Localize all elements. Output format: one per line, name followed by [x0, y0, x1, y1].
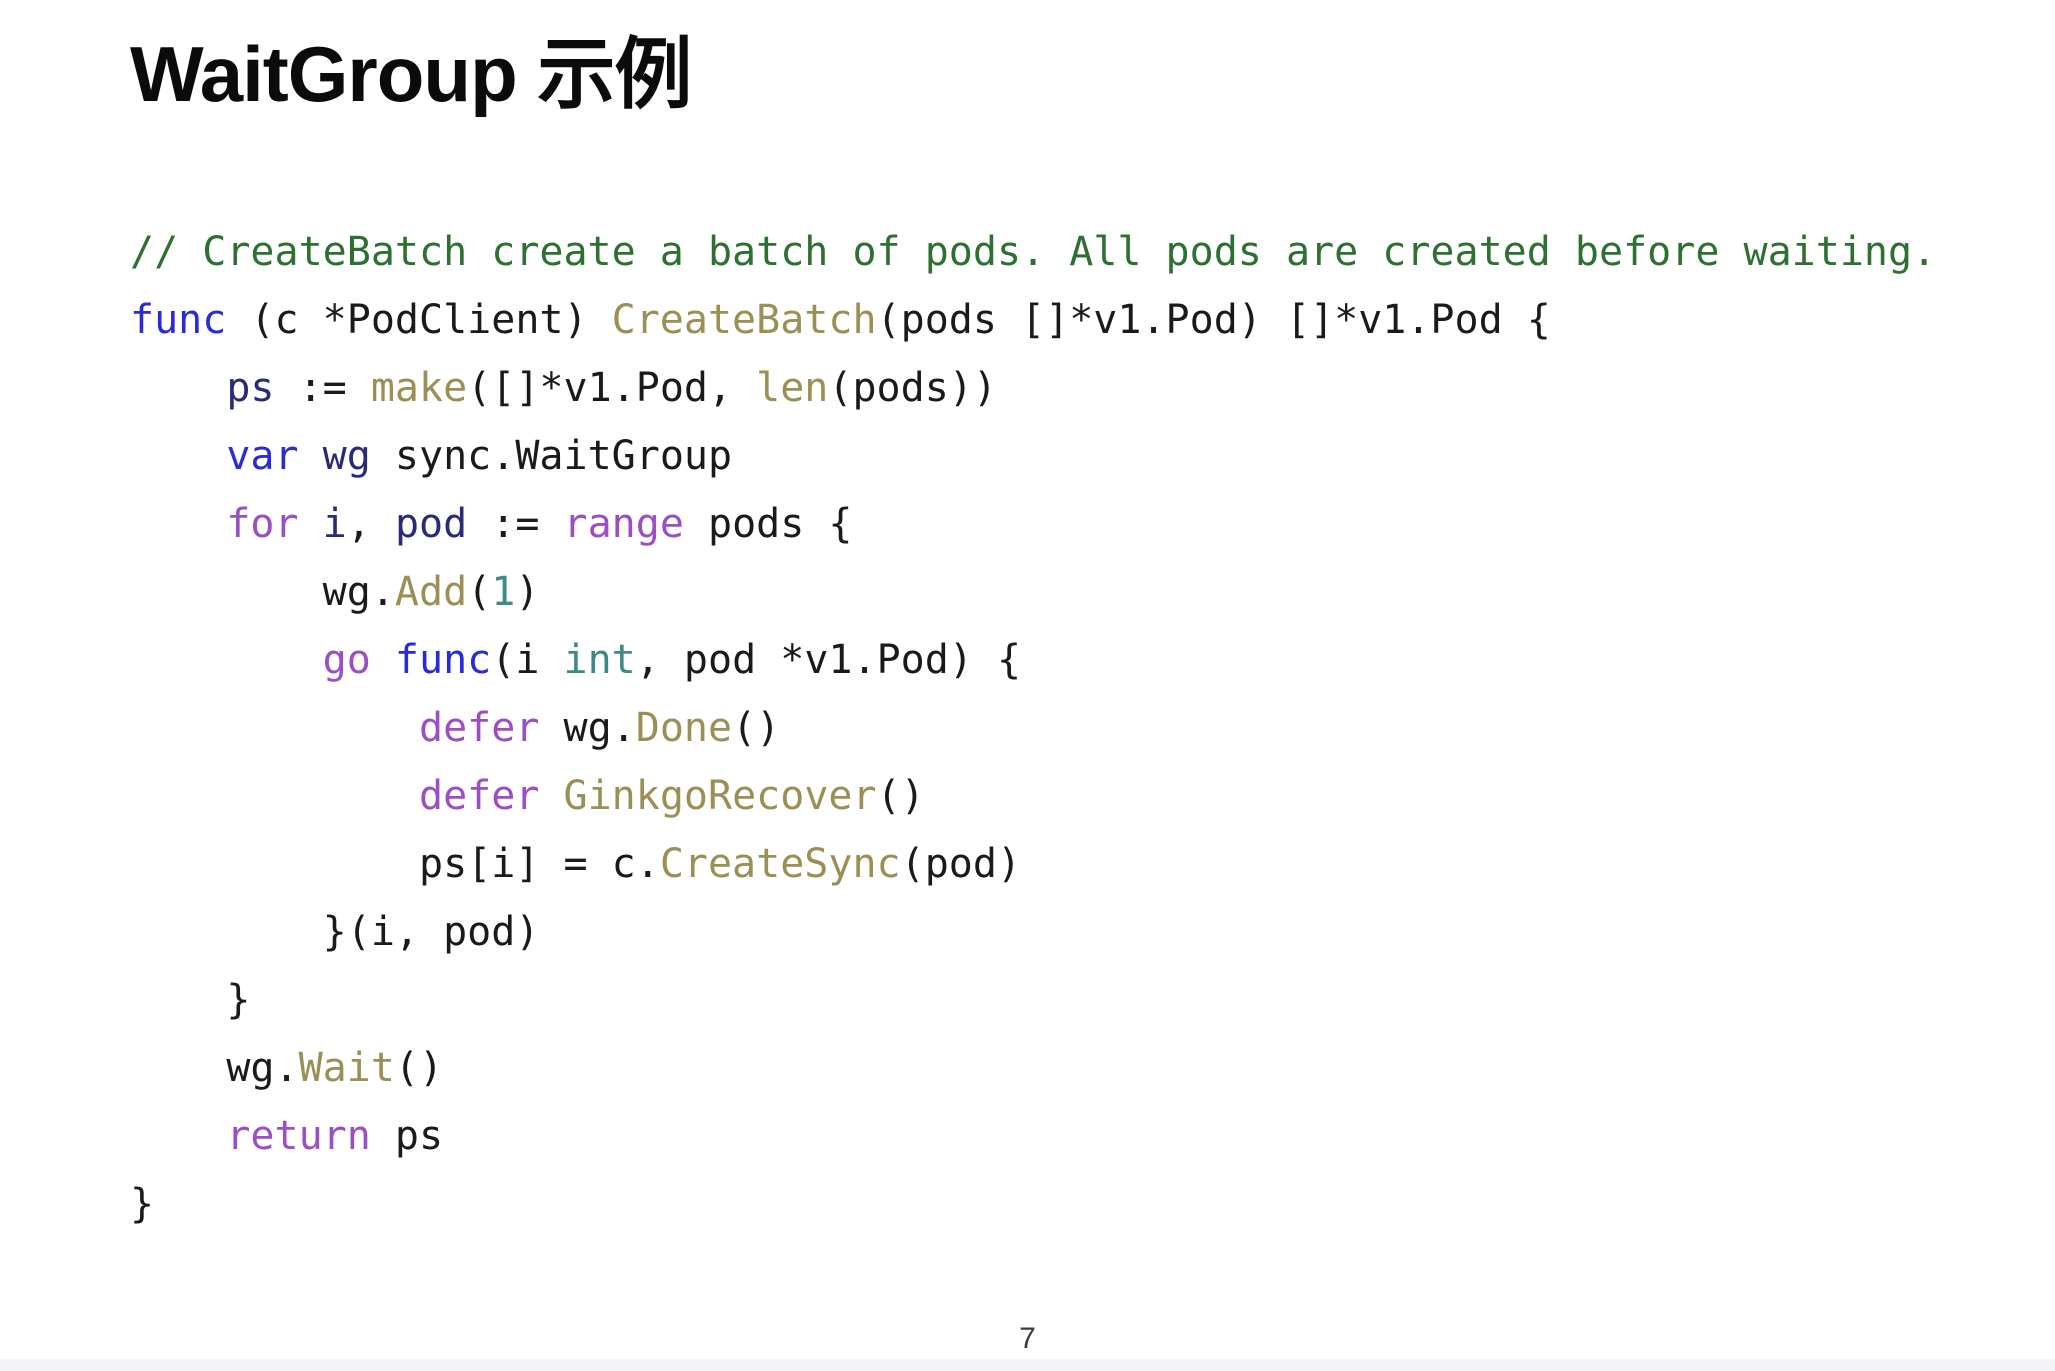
code-token: wg. — [539, 705, 636, 751]
code-token: ps — [226, 365, 275, 411]
code-token: make — [370, 365, 468, 411]
code-token: := — [467, 501, 564, 547]
code-block: // CreateBatch create a batch of pods. A… — [130, 218, 2015, 1238]
code-token: ( — [467, 569, 492, 615]
code-token: defer — [418, 705, 540, 751]
code-token: sync.WaitGroup — [370, 433, 733, 479]
code-line: }(i, pod) — [130, 898, 2015, 966]
code-token: ps — [370, 1113, 444, 1159]
code-token: int — [563, 637, 636, 683]
code-token: return — [226, 1113, 371, 1159]
code-token: Done — [635, 705, 733, 751]
code-token: range — [563, 501, 684, 547]
code-token: go — [322, 637, 371, 683]
code-token: ps[i] = c. — [130, 841, 660, 887]
code-token: , — [346, 501, 395, 547]
code-token: var — [226, 433, 299, 479]
code-token: len — [756, 365, 829, 411]
page-number: 7 — [1019, 1322, 1036, 1355]
code-token: (pods)) — [828, 365, 997, 411]
code-token: i — [322, 501, 347, 547]
code-line: for i, pod := range pods { — [130, 490, 2015, 558]
code-token: () — [394, 1045, 444, 1091]
code-token: // CreateBatch create a batch of pods. A… — [130, 229, 1937, 275]
code-token: (c — [226, 297, 323, 343]
code-token: (pods []*v1.Pod) []*v1.Pod { — [876, 297, 1551, 343]
code-token: (pod) — [900, 841, 1022, 887]
code-token: := — [274, 365, 371, 411]
code-token: Add — [394, 569, 468, 615]
code-token: wg — [322, 433, 371, 479]
slide-canvas: WaitGroup 示例 // CreateBatch create a bat… — [0, 0, 2055, 1371]
code-token: ) — [515, 569, 540, 615]
code-token: func — [130, 297, 227, 343]
code-token: ([]*v1.Pod, — [467, 365, 757, 411]
code-token: for — [226, 501, 299, 547]
code-token: pod — [394, 501, 468, 547]
code-line: ps[i] = c.CreateSync(pod) — [130, 830, 2015, 898]
code-line: wg.Add(1) — [130, 558, 2015, 626]
code-token: wg. — [130, 1045, 299, 1091]
code-token: Wait — [298, 1045, 395, 1091]
code-token: () — [732, 705, 781, 751]
code-line: defer GinkgoRecover() — [130, 762, 2015, 830]
code-token: () — [876, 773, 925, 819]
code-token: defer — [418, 773, 540, 819]
code-line: // CreateBatch create a batch of pods. A… — [130, 218, 2015, 286]
page-title: WaitGroup 示例 — [130, 30, 692, 118]
code-line: defer wg.Done() — [130, 694, 2015, 762]
code-token: GinkgoRecover — [563, 773, 877, 819]
code-token: CreateSync — [659, 841, 901, 887]
code-token: }(i, pod) — [130, 909, 540, 955]
code-line: var wg sync.WaitGroup — [130, 422, 2015, 490]
code-token: (i — [491, 637, 564, 683]
code-token: *PodClient) — [322, 297, 612, 343]
code-token: func — [394, 637, 492, 683]
code-line: ps := make([]*v1.Pod, len(pods)) — [130, 354, 2015, 422]
code-token: 1 — [491, 569, 516, 615]
code-line: wg.Wait() — [130, 1034, 2015, 1102]
code-token: , pod *v1.Pod) { — [635, 637, 1022, 683]
code-token: } — [130, 1181, 155, 1227]
code-line: return ps — [130, 1102, 2015, 1170]
code-token: wg. — [130, 569, 395, 615]
code-token: } — [130, 977, 251, 1023]
code-token: CreateBatch — [611, 297, 877, 343]
code-token: pods { — [683, 501, 853, 547]
code-line: } — [130, 1170, 2015, 1238]
code-line: } — [130, 966, 2015, 1034]
code-line: func (c *PodClient) CreateBatch(pods []*… — [130, 286, 2015, 354]
bottom-edge-strip — [0, 1359, 2055, 1371]
code-line: go func(i int, pod *v1.Pod) { — [130, 626, 2015, 694]
